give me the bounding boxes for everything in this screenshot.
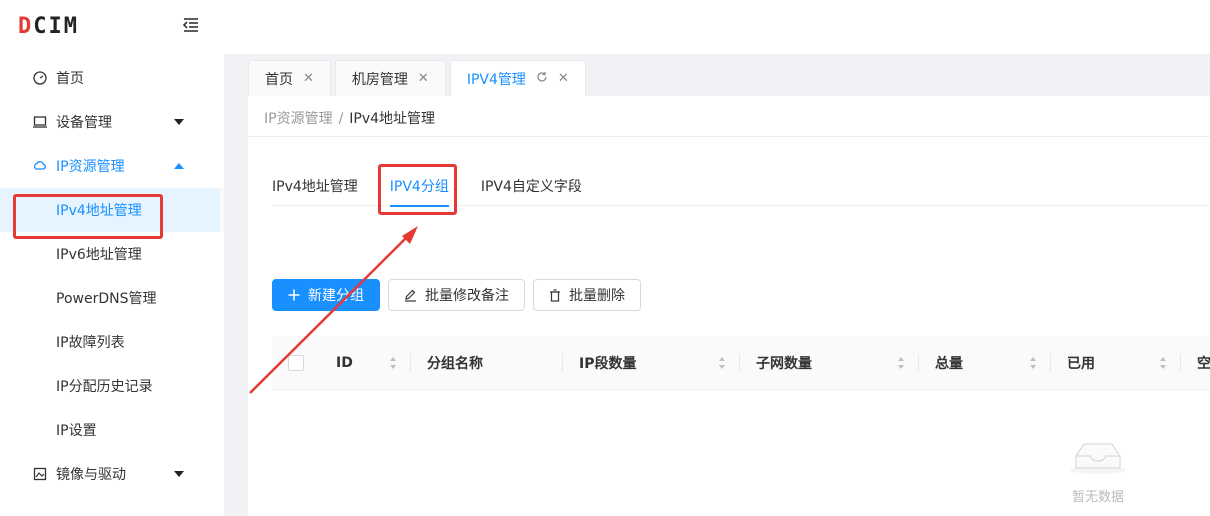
select-all-cell (272, 336, 320, 390)
content-panel: IP资源管理 / IPv4地址管理 IPv4地址管理 IPV4分组 IPV4自定义字… (248, 96, 1210, 516)
breadcrumb-separator: / (338, 111, 344, 127)
button-label: 新建分组 (308, 288, 364, 304)
highlight-box-subtab (378, 164, 457, 215)
caret-down-icon (174, 119, 184, 125)
sidebar-subitem-ip-settings[interactable]: IP设置 (0, 408, 224, 452)
column-header-used[interactable]: 已用 (1051, 336, 1181, 390)
divider (248, 136, 1210, 137)
column-header-subnet-count[interactable]: 子网数量 (740, 336, 919, 390)
sidebar-subitem-ip-history[interactable]: IP分配历史记录 (0, 364, 224, 408)
sidebar-subitem-powerdns[interactable]: PowerDNS管理 (0, 276, 224, 320)
app-logo[interactable]: DCIM (18, 14, 79, 39)
batch-delete-button[interactable]: 批量删除 (533, 279, 641, 311)
column-header-free[interactable]: 空 (1181, 336, 1210, 390)
breadcrumb-current: IPv4地址管理 (349, 111, 436, 127)
button-label: 批量修改备注 (425, 288, 509, 304)
sort-icon[interactable] (718, 356, 726, 370)
sidebar-item-ip-resources[interactable]: IP资源管理 (0, 144, 224, 188)
new-group-button[interactable]: 新建分组 (272, 279, 380, 311)
column-label: 总量 (935, 355, 963, 372)
sidebar-subitem-ip-faults[interactable]: IP故障列表 (0, 320, 224, 364)
image-icon (32, 466, 48, 482)
button-label: 批量删除 (569, 288, 625, 304)
column-label: 空 (1197, 355, 1210, 372)
empty-box-icon (1070, 443, 1126, 474)
logo-prefix: D (18, 14, 34, 39)
reload-icon[interactable] (536, 71, 548, 87)
subtab-ipv4-address[interactable]: IPv4地址管理 (272, 168, 358, 206)
sort-icon[interactable] (1159, 356, 1167, 370)
dashboard-icon (32, 70, 48, 86)
close-icon[interactable]: ✕ (418, 71, 429, 86)
subtab-ipv4-custom-fields[interactable]: IPV4自定义字段 (481, 168, 582, 206)
edit-icon (404, 289, 417, 302)
laptop-icon (32, 114, 48, 130)
trash-icon (549, 288, 561, 302)
sort-icon[interactable] (1029, 356, 1037, 370)
sidebar-nav: 首页 设备管理 IP资源管理 IPv4地址管理 IPv6地址管理 PowerDN… (0, 56, 224, 496)
column-label: 分组名称 (427, 355, 483, 372)
sidebar-item-devices[interactable]: 设备管理 (0, 100, 224, 144)
tab-home[interactable]: 首页 ✕ (248, 60, 331, 96)
sidebar-item-label: 首页 (56, 71, 84, 87)
column-header-ip-segment-count[interactable]: IP段数量 (563, 336, 740, 390)
tab-label: 机房管理 (351, 71, 408, 88)
caret-down-icon (174, 471, 184, 477)
column-label: 子网数量 (756, 355, 812, 372)
tab-ipv4-management[interactable]: IPV4管理 ✕ (449, 60, 586, 96)
menu-collapse-icon[interactable] (182, 16, 200, 34)
sidebar-item-label: IP资源管理 (56, 159, 125, 175)
column-label: 已用 (1067, 355, 1095, 372)
plus-icon (288, 289, 300, 301)
empty-state: 暂无数据 (1038, 436, 1158, 505)
table-header: ID 分组名称 IP段数量 子网数量 总量 已用 空 (272, 336, 1210, 390)
batch-edit-note-button[interactable]: 批量修改备注 (388, 279, 525, 311)
logo-text: CIM (33, 14, 79, 39)
breadcrumb: IP资源管理 / IPv4地址管理 (264, 108, 435, 128)
column-label: ID (336, 354, 353, 371)
breadcrumb-parent[interactable]: IP资源管理 (264, 111, 333, 127)
page-tabs: 首页 ✕ 机房管理 ✕ IPV4管理 ✕ (248, 60, 590, 96)
tab-label: 首页 (265, 71, 293, 88)
column-header-id[interactable]: ID (320, 336, 411, 390)
close-icon[interactable]: ✕ (303, 71, 314, 86)
cloud-icon (32, 158, 48, 174)
close-icon[interactable]: ✕ (558, 71, 569, 86)
sort-icon[interactable] (897, 356, 905, 370)
select-all-checkbox[interactable] (288, 354, 304, 371)
tab-room-management[interactable]: 机房管理 ✕ (334, 60, 446, 96)
sidebar-item-home[interactable]: 首页 (0, 56, 224, 100)
sort-icon[interactable] (389, 356, 397, 370)
toolbar: 新建分组 批量修改备注 批量删除 (272, 279, 649, 311)
tab-label: IPV4管理 (466, 71, 526, 88)
column-label: IP段数量 (579, 355, 637, 372)
sidebar: DCIM 首页 设备管理 IP资源管理 IPv4地址管理 IPv6地址管理 Po… (0, 0, 224, 516)
column-header-total[interactable]: 总量 (919, 336, 1051, 390)
sidebar-item-label: 设备管理 (56, 115, 112, 131)
caret-up-icon (174, 163, 184, 169)
sidebar-item-label: 镜像与驱动 (56, 467, 126, 483)
empty-text: 暂无数据 (1071, 490, 1124, 505)
sidebar-item-images[interactable]: 镜像与驱动 (0, 452, 224, 496)
highlight-box-sidebar (13, 194, 163, 239)
column-header-group-name[interactable]: 分组名称 (411, 336, 563, 390)
